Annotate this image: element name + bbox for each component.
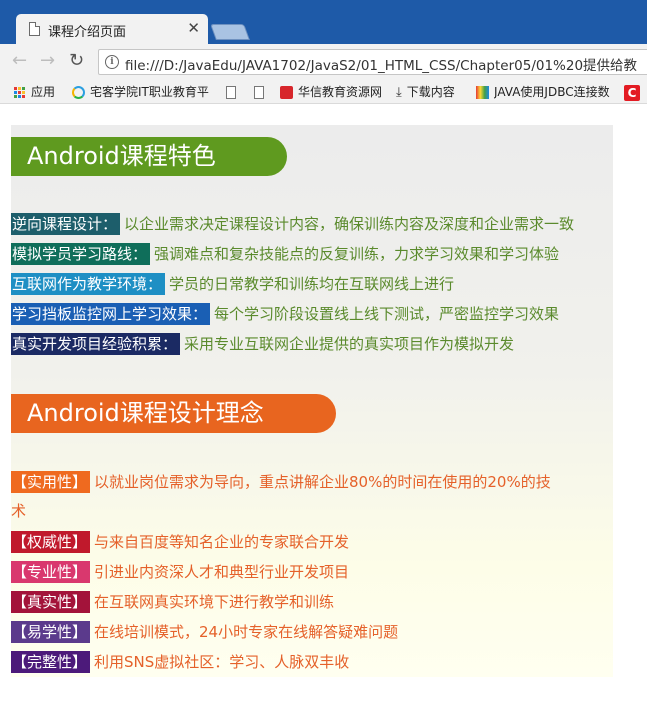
feature-desc: 学员的日常教学和训练均在互联网线上进行 xyxy=(169,275,455,293)
concept-tag: 【权威性】 xyxy=(11,531,91,553)
concept-tag: 【完整性】 xyxy=(11,651,91,673)
feature-desc: 采用专业互联网企业提供的真实项目作为模拟开发 xyxy=(184,335,515,353)
browser-toolbar: ← → ↻ i file:///D:/JavaEdu/JAVA1702/Java… xyxy=(0,44,647,80)
browser-tab[interactable]: 课程介绍页面 ✕ xyxy=(16,14,208,44)
java-icon xyxy=(476,86,489,99)
huaxin-icon xyxy=(280,86,293,99)
feature-tag: 模拟学员学习路线： xyxy=(11,243,151,265)
section-title-concepts: Android课程设计理念 xyxy=(11,394,336,433)
browser-tabstrip: 课程介绍页面 ✕ xyxy=(0,0,647,44)
feature-item: 逆向课程设计： 以企业需求决定课程设计内容，确保训练内容及深度和企业需求一致 xyxy=(11,213,574,235)
new-tab-button[interactable] xyxy=(210,24,250,40)
page-icon xyxy=(29,22,40,36)
concept-desc-continued: 术 xyxy=(11,502,27,520)
bookmark-label: 应用 xyxy=(31,85,56,99)
tab-title: 课程介绍页面 xyxy=(48,25,127,40)
concept-item: 【易学性】 在线培训模式，24小时专家在线解答疑难问题 xyxy=(11,621,398,643)
feature-item: 互联网作为教学环境： 学员的日常教学和训练均在互联网线上进行 xyxy=(11,273,454,295)
section-title-features: Android课程特色 xyxy=(11,137,287,176)
bookmark-c[interactable]: C xyxy=(624,83,645,101)
concept-desc: 利用SNS虚拟社区：学习、人脉双丰收 xyxy=(94,653,350,671)
feature-tag: 学习挡板监控网上学习效果： xyxy=(11,303,211,325)
concept-tag: 【专业性】 xyxy=(11,561,91,583)
bookmarks-bar: 应用 宅客学院IT职业教育平 华信教育资源网 ⤓ 下载内容 JAVA使用JDBC连… xyxy=(0,80,647,104)
bookmark-label: 宅客学院IT职业教育平 xyxy=(90,85,209,99)
bookmark-label: JAVA使用JDBC连接数 xyxy=(494,85,610,99)
concept-desc: 引进业内资深人才和典型行业开发项目 xyxy=(94,563,350,581)
concept-item: 【完整性】 利用SNS虚拟社区：学习、人脉双丰收 xyxy=(11,651,349,673)
page-icon xyxy=(226,86,236,99)
concept-tag: 【实用性】 xyxy=(11,471,91,493)
bookmark-page-2[interactable] xyxy=(254,83,269,101)
c-icon: C xyxy=(624,84,640,101)
site-icon xyxy=(72,86,85,99)
concept-item: 【真实性】 在互联网真实环境下进行教学和训练 xyxy=(11,591,334,613)
url-text[interactable]: file:///D:/JavaEdu/JAVA1702/JavaS2/01_HT… xyxy=(125,54,637,74)
bookmark-page-1[interactable] xyxy=(226,83,241,101)
bookmark-label: 华信教育资源网 xyxy=(298,85,383,99)
back-arrow-icon[interactable]: ← xyxy=(12,51,27,71)
feature-desc: 每个学习阶段设置线上线下测试，严密监控学习效果 xyxy=(214,305,560,323)
feature-item: 模拟学员学习路线： 强调难点和复杂技能点的反复训练，力求学习效果和学习体验 xyxy=(11,243,559,265)
concept-tag: 【真实性】 xyxy=(11,591,91,613)
feature-item: 真实开发项目经验积累： 采用专业互联网企业提供的真实项目作为模拟开发 xyxy=(11,333,514,355)
feature-tag: 逆向课程设计： xyxy=(11,213,121,235)
concept-desc: 在互联网真实环境下进行教学和训练 xyxy=(94,593,335,611)
feature-desc: 强调难点和复杂技能点的反复训练，力求学习效果和学习体验 xyxy=(154,245,560,263)
concept-item: 【实用性】 以就业岗位需求为导向，重点讲解企业80%的时间在使用的20%的技 xyxy=(11,471,551,493)
bookmark-java-jdbc[interactable]: JAVA使用JDBC连接数 xyxy=(476,83,610,101)
concept-tag: 【易学性】 xyxy=(11,621,91,643)
apps-icon xyxy=(14,87,25,98)
bookmark-downloads[interactable]: ⤓ 下载内容 xyxy=(396,83,455,101)
address-bar[interactable]: i file:///D:/JavaEdu/JAVA1702/JavaS2/01_… xyxy=(98,49,647,75)
concept-item: 【专业性】 引进业内资深人才和典型行业开发项目 xyxy=(11,561,349,583)
concept-item: 【权威性】 与来自百度等知名企业的专家联合开发 xyxy=(11,531,349,553)
download-icon: ⤓ xyxy=(396,84,402,100)
close-icon[interactable]: ✕ xyxy=(187,19,200,37)
concept-desc: 在线培训模式，24小时专家在线解答疑难问题 xyxy=(94,623,399,641)
content-panel: Android课程特色 逆向课程设计： 以企业需求决定课程设计内容，确保训练内容及… xyxy=(11,125,613,677)
reload-icon[interactable]: ↻ xyxy=(69,51,84,71)
bookmark-apps[interactable]: 应用 xyxy=(14,83,55,101)
concept-desc: 以就业岗位需求为导向，重点讲解企业80%的时间在使用的20%的技 xyxy=(94,473,551,491)
bookmark-huaxin[interactable]: 华信教育资源网 xyxy=(280,83,382,101)
forward-arrow-icon[interactable]: → xyxy=(40,51,55,71)
feature-item: 学习挡板监控网上学习效果： 每个学习阶段设置线上线下测试，严密监控学习效果 xyxy=(11,303,559,325)
feature-tag: 真实开发项目经验积累： xyxy=(11,333,181,355)
feature-desc: 以企业需求决定课程设计内容，确保训练内容及深度和企业需求一致 xyxy=(124,215,575,233)
concept-desc: 与来自百度等知名企业的专家联合开发 xyxy=(94,533,350,551)
bookmark-zhaike[interactable]: 宅客学院IT职业教育平 xyxy=(72,83,209,101)
feature-tag: 互联网作为教学环境： xyxy=(11,273,166,295)
info-icon[interactable]: i xyxy=(105,55,119,69)
page-body: Android课程特色 逆向课程设计： 以企业需求决定课程设计内容，确保训练内容及… xyxy=(0,105,647,702)
bookmark-label: 下载内容 xyxy=(406,85,455,99)
page-icon xyxy=(254,86,264,99)
